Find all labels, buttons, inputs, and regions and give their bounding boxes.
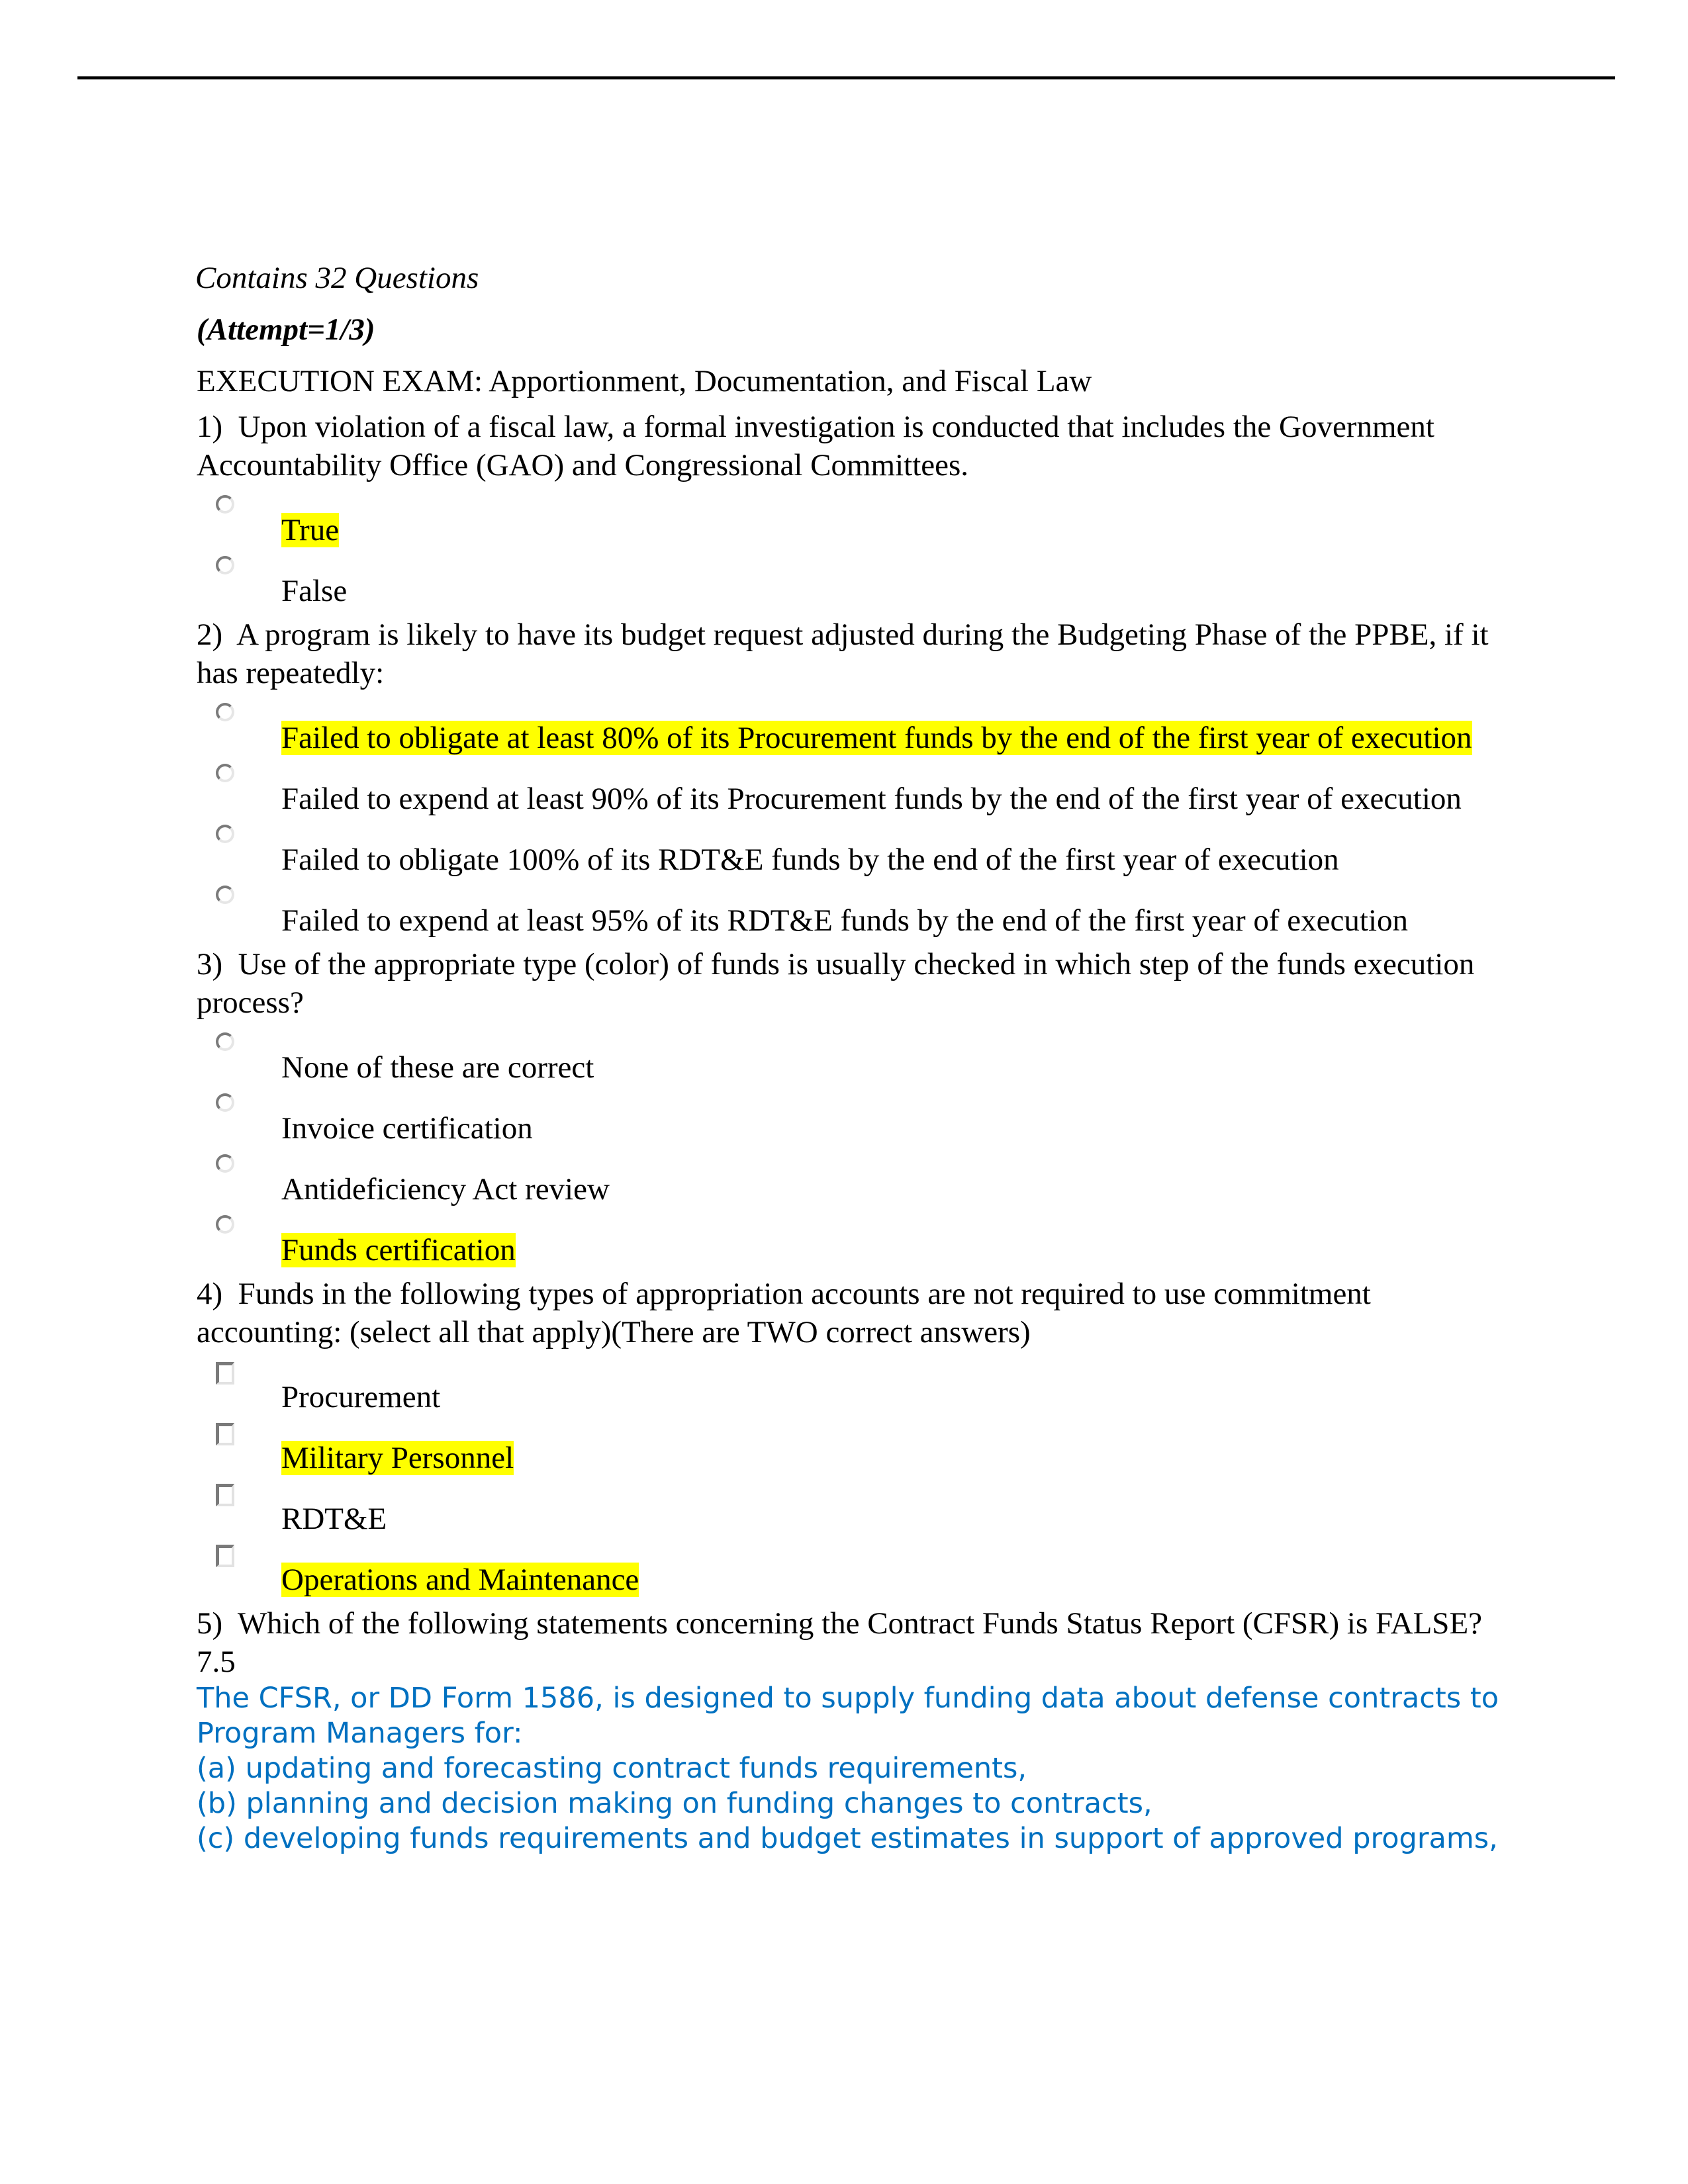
answer-option[interactable]: Military Personnel [197, 1423, 1507, 1477]
answer-option[interactable]: False [197, 556, 1507, 610]
question-number: 4) [197, 1277, 223, 1311]
option-label: True [281, 513, 340, 547]
answer-option[interactable]: Procurement [197, 1362, 1507, 1416]
question-5: 5) Which of the following statements con… [197, 1604, 1507, 1856]
explanation-line: (a) updating and forecasting contract fu… [197, 1752, 1027, 1785]
question-4: 4) Funds in the following types of appro… [197, 1275, 1507, 1599]
checkbox-icon[interactable] [216, 1362, 234, 1385]
question-text: 5) Which of the following statements con… [197, 1604, 1507, 1681]
option-label: Failed to obligate at least 80% of its P… [281, 721, 1472, 755]
question-prompt: Use of the appropriate type (color) of f… [197, 947, 1475, 1020]
question-count: Contains 32 Questions [195, 261, 479, 295]
option-label: Operations and Maintenance [281, 1563, 639, 1597]
radio-button-icon[interactable] [216, 886, 234, 904]
answer-option[interactable]: Failed to expend at least 90% of its Pro… [197, 764, 1507, 818]
question-number: 2) [197, 617, 223, 652]
document-body: Contains 32 Questions (Attempt=1/3) EXEC… [195, 258, 1507, 1856]
answer-option[interactable]: Invoice certification [197, 1093, 1507, 1148]
option-label: False [281, 574, 348, 608]
answer-option[interactable]: Funds certification [197, 1215, 1507, 1269]
option-label: Failed to obligate 100% of its RDT&E fun… [281, 842, 1339, 877]
option-label: Failed to expend at least 95% of its RDT… [281, 903, 1409, 938]
answer-option[interactable]: Antideficiency Act review [197, 1154, 1507, 1208]
question-prompt: Funds in the following types of appropri… [197, 1277, 1371, 1349]
question-1: 1) Upon violation of a fiscal law, a for… [197, 408, 1507, 610]
answer-option[interactable]: Failed to obligate 100% of its RDT&E fun… [197, 825, 1507, 879]
answer-option[interactable]: None of these are correct [197, 1032, 1507, 1087]
radio-button-icon[interactable] [216, 1154, 234, 1173]
option-label: Antideficiency Act review [281, 1172, 610, 1206]
explanation-line: The CFSR, or DD Form 1586, is designed t… [197, 1682, 1499, 1750]
answer-option[interactable]: Operations and Maintenance [197, 1545, 1507, 1599]
radio-button-icon[interactable] [216, 703, 234, 721]
option-label: RDT&E [281, 1502, 387, 1536]
option-label: Failed to expend at least 90% of its Pro… [281, 782, 1462, 816]
answer-option[interactable]: Failed to expend at least 95% of its RDT… [197, 886, 1507, 940]
header-rule [77, 76, 1615, 79]
option-label: None of these are correct [281, 1050, 594, 1085]
answer-option[interactable]: Failed to obligate at least 80% of its P… [197, 703, 1507, 757]
checkbox-icon[interactable] [216, 1423, 234, 1445]
question-number: 5) [197, 1606, 223, 1641]
radio-button-icon[interactable] [216, 1032, 234, 1051]
answer-option[interactable]: RDT&E [197, 1484, 1507, 1538]
radio-button-icon[interactable] [216, 495, 234, 514]
explanation-line: (c) developing funds requirements and bu… [197, 1822, 1498, 1855]
checkbox-icon[interactable] [216, 1484, 234, 1506]
question-number: 3) [197, 947, 223, 981]
option-label: Military Personnel [281, 1441, 514, 1475]
question-number: 1) [197, 410, 223, 444]
radio-button-icon[interactable] [216, 1093, 234, 1112]
question-prompt: Which of the following statements concer… [197, 1606, 1483, 1679]
radio-button-icon[interactable] [216, 764, 234, 782]
checkbox-icon[interactable] [216, 1545, 234, 1567]
question-text: 2) A program is likely to have its budge… [197, 615, 1507, 692]
exam-title: EXECUTION EXAM: Apportionment, Documenta… [197, 364, 1092, 398]
radio-button-icon[interactable] [216, 1215, 234, 1234]
option-label: Invoice certification [281, 1111, 533, 1146]
radio-button-icon[interactable] [216, 825, 234, 843]
attempt-indicator: (Attempt=1/3) [197, 312, 375, 347]
question-text: 3) Use of the appropriate type (color) o… [197, 945, 1507, 1022]
explanation-line: (b) planning and decision making on fund… [197, 1787, 1152, 1820]
answer-explanation: The CFSR, or DD Form 1586, is designed t… [197, 1681, 1507, 1856]
answer-option[interactable]: True [197, 495, 1507, 549]
question-text: 4) Funds in the following types of appro… [197, 1275, 1507, 1351]
question-prompt: Upon violation of a fiscal law, a formal… [197, 410, 1434, 482]
option-label: Funds certification [281, 1233, 516, 1267]
question-2: 2) A program is likely to have its budge… [197, 615, 1507, 940]
option-label: Procurement [281, 1380, 441, 1414]
question-prompt: A program is likely to have its budget r… [197, 617, 1489, 690]
question-text: 1) Upon violation of a fiscal law, a for… [197, 408, 1507, 484]
question-3: 3) Use of the appropriate type (color) o… [197, 945, 1507, 1269]
radio-button-icon[interactable] [216, 556, 234, 574]
